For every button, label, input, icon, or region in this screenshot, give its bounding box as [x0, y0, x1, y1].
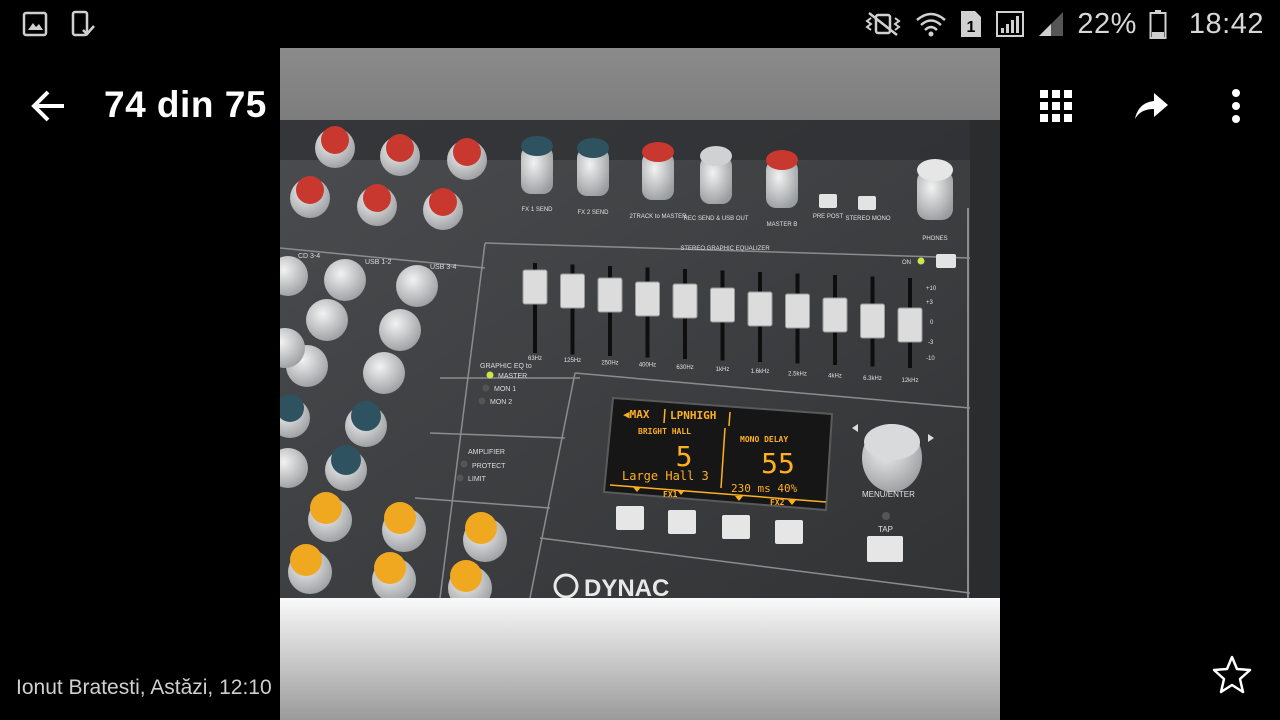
eq-band-label: 12kHz: [901, 378, 918, 384]
display-header-right: LPNHIGH: [670, 409, 716, 422]
eq-scale-label: +3: [926, 300, 934, 306]
eq-band-label: 1.6kHz: [751, 369, 770, 375]
display-header-left: ◀MAX: [623, 408, 650, 421]
svg-text:DYNAC: DYNAC: [584, 575, 669, 602]
graphic-eq-option: MON 2: [490, 399, 512, 406]
switch-label: STEREO MONO: [845, 216, 890, 222]
knob-label: FX 2 SEND: [577, 210, 609, 216]
eq-on-label: ON: [902, 260, 911, 266]
eq-slider-cap: [560, 273, 585, 309]
amplifier-led-label: LIMIT: [468, 476, 487, 483]
eq-slider-cap: [522, 269, 548, 305]
eq-slider-cap: [747, 291, 773, 327]
clock: 18:42: [1188, 7, 1264, 40]
effects-display: ◀MAX LPNHIGH BRIGHT HALL MONO DELAY 5 55…: [602, 396, 834, 512]
knob-label: MASTER B: [767, 222, 798, 228]
grid-icon: [1040, 90, 1072, 122]
switch-label: PRE POST: [813, 214, 844, 220]
amplifier-led-label: PROTECT: [472, 463, 506, 470]
eq-slider-cap: [597, 277, 623, 313]
favorite-button[interactable]: [1208, 650, 1256, 698]
eq-scale-label: -3: [928, 340, 934, 346]
graphic-eq-option: MASTER: [498, 373, 527, 380]
tap-button: [867, 536, 903, 562]
eq-title: STEREO GRAPHIC EQUALIZER: [680, 246, 770, 252]
eq-band-label: 63Hz: [528, 356, 542, 362]
eq-band-label: 4kHz: [828, 374, 842, 380]
channel-label: USB 1-2: [365, 259, 392, 266]
photo-viewer[interactable]: CD 3-4 USB 1-2 USB 3-4 FX 1 SEND FX 2 SE…: [280, 48, 1000, 720]
eq-band-label: 630Hz: [676, 365, 693, 371]
knob-label: REC SEND & USB OUT: [683, 216, 748, 222]
eq-slider-cap: [860, 303, 885, 339]
display-fx1-preset: Large Hall 3: [622, 469, 709, 483]
eq-scale-label: +10: [926, 286, 937, 292]
display-fx2-label: FX2: [770, 498, 785, 507]
tap-label: TAP: [878, 525, 893, 534]
eq-band-label: 6.3kHz: [863, 376, 882, 382]
gallery-icon: [22, 11, 48, 37]
graphic-eq-title: GRAPHIC EQ to: [480, 363, 532, 370]
display-fx2-detail: 230 ms 40%: [731, 482, 798, 495]
status-bar: 1 22% 18:42: [0, 0, 1280, 48]
eq-slider-cap: [822, 297, 848, 333]
photo-caption: Ionut Bratesti, Astăzi, 12:10: [16, 676, 272, 699]
eq-on-led: [917, 257, 925, 265]
battery-percent: 22%: [1077, 7, 1137, 40]
more-vert-icon: [1232, 89, 1240, 123]
share-icon: [1135, 93, 1168, 119]
sim-icon: 1: [959, 9, 983, 39]
channel-label: CD 3-4: [298, 253, 320, 260]
mixer-photo: CD 3-4 USB 1-2 USB 3-4 FX 1 SEND FX 2 SE…: [280, 48, 1000, 720]
eq-slider-cap: [785, 293, 810, 329]
eq-slider-cap: [897, 307, 923, 343]
display-fx2-value: 55: [761, 447, 795, 480]
display-fx1-name: BRIGHT HALL: [638, 427, 691, 436]
more-options-button[interactable]: [1212, 82, 1260, 130]
knob-label: 2TRACK to MASTER: [629, 214, 687, 220]
display-fx1-label: FX1: [663, 490, 678, 499]
wifi-icon: [915, 10, 947, 38]
amplifier-title: AMPLIFIER: [468, 449, 505, 456]
eq-on-button: [936, 254, 956, 268]
eq-scale-label: -10: [926, 356, 935, 362]
star-icon: [1212, 655, 1252, 694]
eq-band-label: 2.5kHz: [788, 371, 807, 377]
signal-weak-icon: [1037, 10, 1065, 38]
back-button[interactable]: [24, 82, 72, 130]
device-check-icon: [70, 10, 96, 38]
battery-icon: [1149, 9, 1167, 39]
channel-label: USB 3-4: [430, 264, 457, 271]
eq-band-label: 400Hz: [639, 363, 656, 369]
back-arrow-icon: [31, 90, 64, 122]
knob-label: FX 1 SEND: [521, 207, 553, 213]
knob-label: PHONES: [922, 236, 947, 242]
eq-slider-cap: [672, 283, 698, 319]
share-button[interactable]: [1128, 82, 1176, 130]
sim-number: 1: [967, 19, 976, 36]
menu-label: MENU/ENTER: [862, 490, 915, 499]
graphic-eq-option: MON 1: [494, 386, 516, 393]
eq-slider-cap: [710, 287, 735, 323]
display-fx2-name: MONO DELAY: [740, 435, 788, 444]
eq-slider-cap: [635, 281, 660, 317]
eq-band-label: 1kHz: [716, 367, 730, 373]
grid-button[interactable]: [1032, 82, 1080, 130]
eq-band-label: 125Hz: [564, 358, 581, 364]
page-title: 74 din 75: [104, 84, 267, 125]
vibrate-mute-icon: [863, 10, 903, 38]
signal-icon: [995, 10, 1025, 38]
eq-band-label: 250Hz: [601, 360, 618, 366]
